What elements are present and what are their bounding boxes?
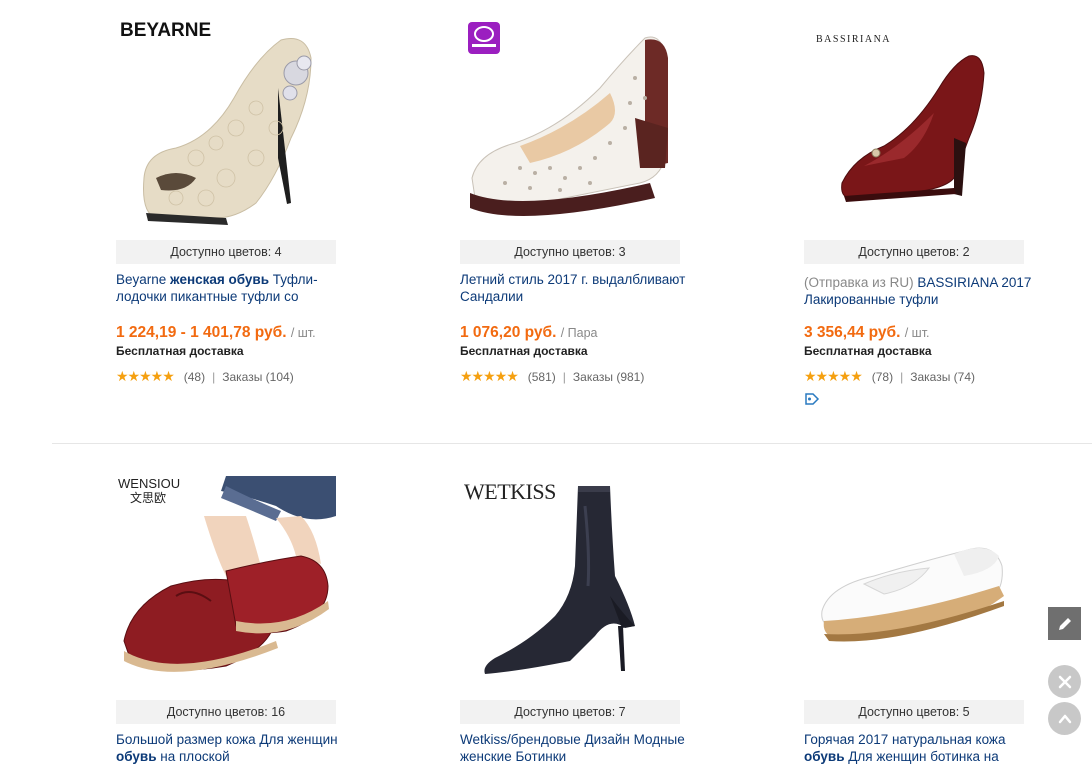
available-colors: Доступно цветов: 5: [804, 700, 1024, 724]
title-note: (Отправка из RU): [804, 275, 914, 290]
title-text: Для женщин ботинка на: [844, 749, 999, 764]
row-divider: [52, 443, 1092, 444]
close-button[interactable]: [1048, 665, 1081, 698]
available-colors: Доступно цветов: 16: [116, 700, 336, 724]
chevron-up-icon: [1058, 714, 1071, 723]
review-count[interactable]: (78): [872, 370, 893, 384]
price-value: 1 224,19 - 1 401,78 руб.: [116, 324, 287, 341]
available-colors: Доступно цветов: 3: [460, 240, 680, 264]
title-highlight: обувь: [116, 749, 157, 764]
title-text: на плоской: [156, 749, 230, 764]
product-title[interactable]: Wetkiss/брендовые Дизайн Модные женские …: [460, 731, 690, 765]
product-title[interactable]: Горячая 2017 натуральная кожа обувь Для …: [804, 731, 1034, 765]
title-text: Beyarne: [116, 272, 171, 287]
review-count[interactable]: (48): [184, 370, 205, 384]
brand-logo: [468, 22, 500, 54]
product-image[interactable]: [804, 476, 1024, 696]
star-rating-icon: ★★★★★: [804, 368, 863, 384]
free-shipping: Бесплатная доставка: [460, 344, 588, 358]
product-title[interactable]: Летний стиль 2017 г. выдалбливают Сандал…: [460, 271, 690, 305]
available-colors: Доступно цветов: 4: [116, 240, 336, 264]
edit-button[interactable]: [1048, 607, 1081, 640]
title-text: Wetkiss/брендовые Дизайн Модные женские …: [460, 732, 685, 764]
product-image[interactable]: WENSIOU 文思欧: [116, 476, 336, 696]
pencil-icon: [1058, 617, 1071, 630]
title-highlight: обувь: [804, 749, 845, 764]
free-shipping: Бесплатная доставка: [116, 344, 244, 358]
free-shipping: Бесплатная доставка: [804, 344, 932, 358]
price-unit: / шт.: [290, 326, 316, 340]
review-count[interactable]: (581): [528, 370, 556, 384]
orders-count: Заказы (104): [222, 369, 294, 384]
price-value: 3 356,44 руб.: [804, 324, 901, 341]
brand-logo-icon: [472, 26, 496, 47]
title-highlight: женская обувь: [170, 272, 270, 287]
brand-logo: BEYARNE: [120, 20, 212, 41]
separator: |: [212, 369, 216, 384]
available-colors: Доступно цветов: 7: [460, 700, 680, 724]
separator: |: [562, 369, 566, 384]
product-image[interactable]: BASSIRIANA: [804, 18, 1024, 238]
price: 3 356,44 руб. / шт.: [804, 324, 930, 342]
brand-logo: BASSIRIANA: [816, 34, 892, 45]
product-image[interactable]: WETKISS: [460, 476, 680, 696]
rating-row: ★★★★★ (48) | Заказы (104): [116, 368, 294, 385]
brand-logo: WENSIOU 文思欧: [118, 476, 180, 506]
title-text: Горячая 2017 натуральная кожа: [804, 732, 1006, 747]
close-icon: [1058, 675, 1071, 688]
tag-icon[interactable]: [804, 392, 820, 411]
separator: |: [900, 369, 904, 384]
price: 1 224,19 - 1 401,78 руб. / шт.: [116, 324, 316, 342]
orders-count: Заказы (981): [572, 369, 645, 384]
rating-row: ★★★★★ (581) | Заказы (981): [460, 368, 644, 385]
product-image[interactable]: [460, 18, 680, 238]
rating-row: ★★★★★ (78) | Заказы (74): [804, 368, 975, 385]
scroll-top-button[interactable]: [1048, 702, 1081, 735]
brand-subtitle: 文思欧: [130, 491, 167, 505]
product-title[interactable]: Beyarne женская обувь Туфли-лодочки пика…: [116, 271, 346, 305]
product-image[interactable]: BEYARNE: [116, 18, 336, 238]
price-unit: / шт.: [904, 326, 930, 340]
available-colors: Доступно цветов: 2: [804, 240, 1024, 264]
price: 1 076,20 руб. / Пара: [460, 324, 598, 342]
price-value: 1 076,20 руб.: [460, 324, 557, 341]
brand-logo: WETKISS: [464, 479, 556, 504]
product-title[interactable]: (Отправка из RU) BASSIRIANA 2017 Лакиров…: [804, 274, 1034, 308]
title-text: Летний стиль 2017 г. выдалбливают Сандал…: [460, 272, 686, 304]
price-unit: / Пара: [560, 326, 598, 340]
star-rating-icon: ★★★★★: [460, 368, 519, 384]
product-title[interactable]: Большой размер кожа Для женщин обувь на …: [116, 731, 346, 765]
brand-name: WENSIOU: [118, 476, 181, 491]
star-rating-icon: ★★★★★: [116, 368, 175, 384]
title-text: Большой размер кожа Для женщин: [116, 732, 338, 747]
orders-count: Заказы (74): [910, 369, 976, 384]
